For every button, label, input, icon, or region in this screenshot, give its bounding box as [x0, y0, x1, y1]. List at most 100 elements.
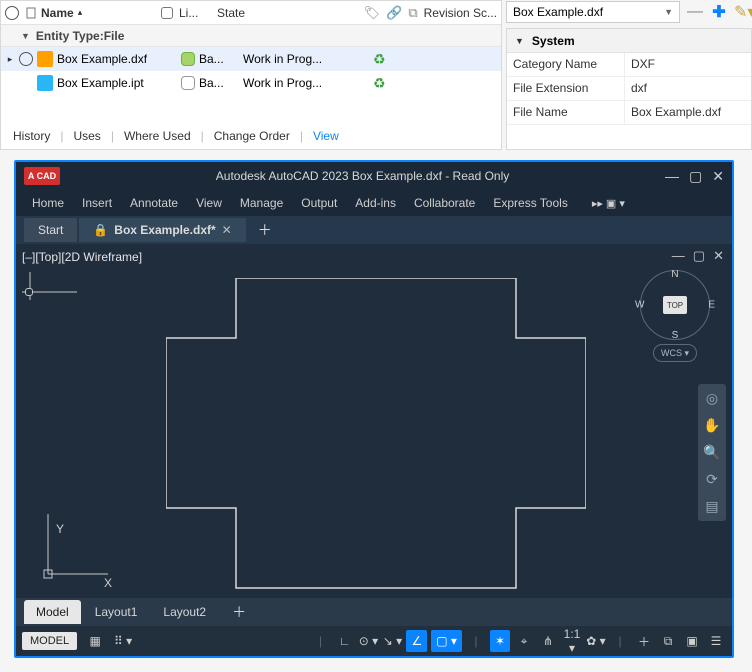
pan-icon[interactable]: ✋	[703, 417, 720, 434]
prop-row: File Name Box Example.dxf	[507, 101, 751, 125]
minimize-icon[interactable]: —	[665, 168, 679, 185]
navwheel-icon[interactable]: ◎	[706, 390, 718, 407]
plus-icon[interactable]: ＋	[634, 633, 654, 650]
tab-layout1[interactable]: Layout1	[83, 600, 150, 624]
sep-icon: |	[310, 634, 330, 648]
tab-change-order[interactable]: Change Order	[214, 129, 290, 143]
viewcube-top[interactable]: TOP	[663, 296, 687, 314]
autocad-window: A CAD Autodesk AutoCAD 2023 Box Example.…	[14, 160, 734, 658]
tab-document[interactable]: 🔒 Box Example.dxf* ✕	[79, 218, 245, 242]
tab-model[interactable]: Model	[24, 600, 81, 624]
menu-collaborate[interactable]: Collaborate	[414, 196, 475, 210]
axis-x-label: X	[104, 576, 112, 590]
snap-icon[interactable]: ⠿ ▾	[113, 634, 133, 648]
orbit-icon[interactable]: ⟳	[706, 471, 718, 488]
col-name[interactable]: Name ▴	[25, 6, 155, 20]
prop-value: dxf	[625, 77, 751, 100]
checkbox-icon[interactable]	[161, 7, 173, 19]
col-li[interactable]: Li...	[179, 6, 211, 20]
bottom-tabs: History| Uses| Where Used| Change Order|…	[1, 123, 501, 149]
showmotion-icon[interactable]: ▤	[705, 498, 718, 515]
menu-home[interactable]: Home	[32, 196, 64, 210]
vp-maximize-icon[interactable]: ▢	[693, 248, 705, 264]
titlebar[interactable]: A CAD Autodesk AutoCAD 2023 Box Example.…	[16, 162, 732, 190]
dynamic-input-toggle[interactable]: ✶	[490, 630, 510, 652]
status-bar: MODEL ▦ ⠿ ▾ | ∟ ⊙ ▾ ↘ ▾ ∠ ▢ ▾ | ✶ ⌖ ⋔ 1:…	[16, 626, 732, 656]
scale-label[interactable]: 1:1 ▾	[562, 627, 582, 655]
menu-annotate[interactable]: Annotate	[130, 196, 178, 210]
layout-tabs: Model Layout1 Layout2 ＋	[16, 598, 732, 626]
menu-manage[interactable]: Manage	[240, 196, 283, 210]
compass-e[interactable]: E	[708, 300, 715, 311]
box-icon[interactable]: ⧉	[408, 5, 417, 21]
otrack-toggle[interactable]: ▢ ▾	[431, 630, 462, 652]
tab-history[interactable]: History	[13, 129, 50, 143]
entity-group[interactable]: ▼ Entity Type:File	[1, 25, 501, 47]
file-name: Box Example.dxf	[57, 52, 177, 66]
add-icon[interactable]: ✚	[710, 2, 728, 22]
lifecycle-icon[interactable]: ♻	[373, 75, 386, 92]
menu-view[interactable]: View	[196, 196, 222, 210]
vp-close-icon[interactable]: ✕	[713, 248, 724, 264]
osnap-toggle[interactable]: ∠	[406, 630, 427, 652]
prop-key: File Extension	[507, 77, 625, 100]
grid-icon[interactable]: ▦	[85, 634, 105, 648]
maximize-icon[interactable]: ▢	[689, 168, 702, 185]
col-rev[interactable]: Revision Sc...	[424, 6, 497, 20]
lifecycle-icon[interactable]: ♻	[373, 51, 386, 68]
customize-icon[interactable]: ☰	[706, 634, 726, 648]
vp-minimize-icon[interactable]: —	[672, 248, 685, 264]
menu-express[interactable]: Express Tools	[493, 196, 567, 210]
polar-icon[interactable]: ⊙ ▾	[358, 634, 378, 648]
tab-start[interactable]: Start	[24, 218, 77, 242]
menu-output[interactable]: Output	[301, 196, 337, 210]
row-select-icon[interactable]	[19, 52, 33, 66]
gear-icon[interactable]: ✿ ▾	[586, 634, 606, 648]
ortho-icon[interactable]: ∟	[334, 634, 354, 648]
close-tab-icon[interactable]: ✕	[222, 223, 232, 237]
file-combo[interactable]: Box Example.dxf ▼	[506, 1, 680, 23]
tab-view[interactable]: View	[313, 129, 339, 143]
isolate-icon[interactable]: ▣	[682, 634, 702, 648]
menu-more-icon[interactable]: ▸▸ ▣ ▾	[592, 197, 625, 210]
tab-where-used[interactable]: Where Used	[124, 129, 191, 143]
new-tab-button[interactable]: ＋	[248, 215, 282, 245]
compass-s[interactable]: S	[672, 330, 679, 341]
panel-title[interactable]: ▼ System	[507, 29, 751, 53]
prop-value: DXF	[625, 53, 751, 76]
tab-layout2[interactable]: Layout2	[151, 600, 218, 624]
collapse-icon: ▼	[21, 31, 30, 41]
col-state[interactable]: State	[217, 6, 307, 20]
compass-n[interactable]: N	[671, 269, 678, 280]
prop-key: File Name	[507, 101, 625, 124]
viewport[interactable]: [–][Top][2D Wireframe] — ▢ ✕ N S W E TOP…	[16, 244, 732, 598]
select-all-icon[interactable]	[5, 6, 19, 20]
properties-panel: ▼ System Category Name DXF File Extensio…	[506, 28, 752, 150]
modelspace-toggle[interactable]: MODEL	[22, 632, 77, 650]
zoom-icon[interactable]: 🔍	[703, 444, 720, 461]
link-icon[interactable]: 🔗	[386, 5, 402, 21]
nav-bar: ◎ ✋ 🔍 ⟳ ▤	[698, 384, 726, 521]
tab-uses[interactable]: Uses	[73, 129, 100, 143]
menu-addins[interactable]: Add-ins	[355, 196, 396, 210]
remove-icon[interactable]: —	[686, 3, 704, 21]
tab-label: Box Example.dxf*	[114, 223, 215, 237]
close-icon[interactable]: ✕	[712, 168, 724, 185]
menu-insert[interactable]: Insert	[82, 196, 112, 210]
prop-value: Box Example.dxf	[625, 101, 751, 124]
status-chip-icon	[181, 52, 195, 66]
transparency-icon[interactable]: ⋔	[538, 634, 558, 648]
clean-icon[interactable]: ⧉	[658, 634, 678, 649]
add-layout-button[interactable]: ＋	[220, 597, 258, 627]
view-cube[interactable]: N S W E TOP WCS ▾	[632, 264, 718, 362]
tag-icon[interactable]: 🏷	[364, 5, 381, 21]
wcs-dropdown[interactable]: WCS ▾	[653, 344, 697, 362]
isodraft-icon[interactable]: ↘ ▾	[382, 634, 402, 648]
file-row[interactable]: ▸ Box Example.dxf Ba... Work in Prog... …	[1, 47, 501, 71]
compass-w[interactable]: W	[635, 300, 644, 311]
expand-icon[interactable]: ▸	[5, 54, 15, 65]
file-row[interactable]: Box Example.ipt Ba... Work in Prog... ♻	[1, 71, 501, 95]
edit-icon[interactable]: ✎▾	[734, 2, 752, 22]
lineweight-icon[interactable]: ⌖	[514, 634, 534, 649]
viewport-label[interactable]: [–][Top][2D Wireframe]	[22, 250, 142, 264]
